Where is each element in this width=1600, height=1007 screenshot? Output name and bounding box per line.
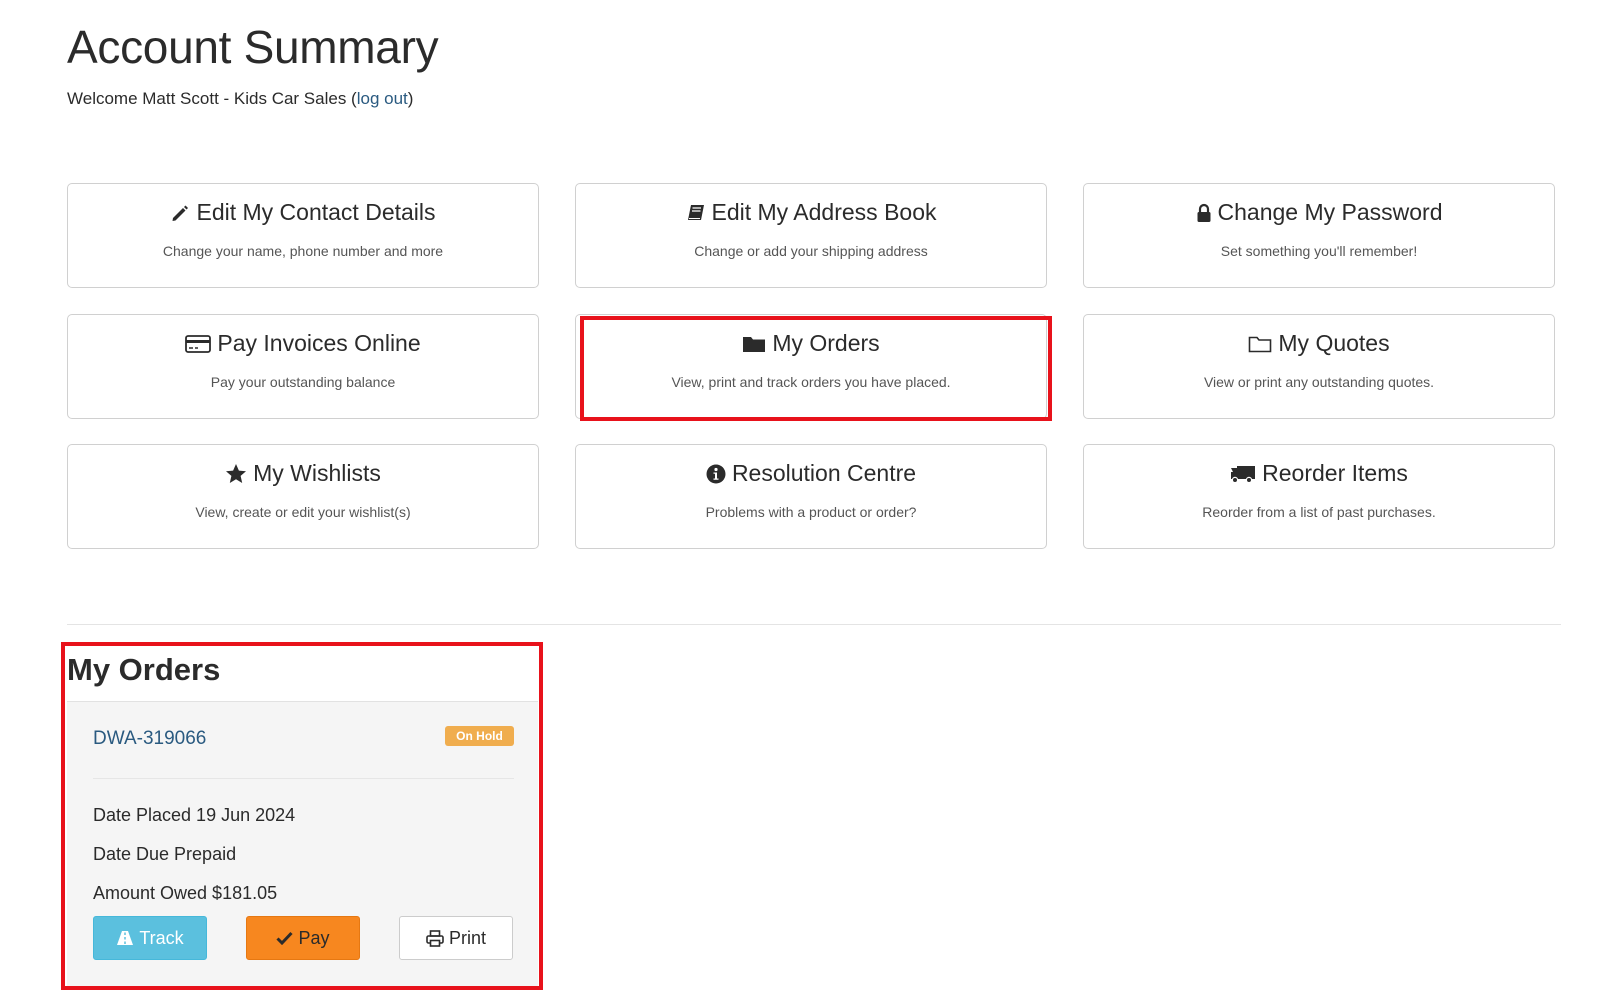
tile-title: Pay Invoices Online — [217, 330, 421, 356]
credit-card-icon — [185, 334, 212, 353]
welcome-suffix: ) — [407, 89, 414, 108]
tile-title: Edit My Address Book — [711, 199, 937, 225]
lock-icon — [1197, 203, 1210, 222]
logout-link[interactable]: log out — [357, 89, 408, 108]
tile-description: Pay your outstanding balance — [210, 374, 396, 390]
tile-title: Resolution Centre — [731, 460, 917, 486]
tile-change-password[interactable]: Change My Password Set something you'll … — [1083, 183, 1555, 288]
tile-description: Change or add your shipping address — [694, 243, 928, 259]
welcome-text: Welcome Matt Scott - Kids Car Sales ( — [67, 89, 357, 108]
tile-my-wishlists[interactable]: My Wishlists View, create or edit your w… — [67, 444, 539, 549]
section-divider — [67, 624, 1561, 625]
tile-description: Reorder from a list of past purchases. — [1202, 504, 1436, 520]
tile-my-orders[interactable]: My Orders View, print and track orders y… — [575, 314, 1047, 419]
tile-title: My Quotes — [1278, 330, 1390, 356]
welcome-message: Welcome Matt Scott - Kids Car Sales (log… — [67, 89, 413, 109]
tile-description: View or print any outstanding quotes. — [1203, 374, 1435, 390]
tile-description: Change your name, phone number and more — [162, 243, 444, 259]
tile-edit-contact-details[interactable]: Edit My Contact Details Change your name… — [67, 183, 539, 288]
highlight-box-my-orders-section — [61, 642, 543, 990]
tile-my-quotes[interactable]: My Quotes View or print any outstanding … — [1083, 314, 1555, 419]
tile-title: Change My Password — [1217, 199, 1443, 225]
star-icon — [226, 463, 247, 483]
tile-edit-address-book[interactable]: Edit My Address Book Change or add your … — [575, 183, 1047, 288]
pencil-icon — [172, 205, 189, 221]
tile-description: View, create or edit your wishlist(s) — [195, 504, 411, 520]
tile-reorder-items[interactable]: Reorder Items Reorder from a list of pas… — [1083, 444, 1555, 549]
tile-description: View, print and track orders you have pl… — [671, 374, 951, 390]
truck-icon — [1231, 465, 1256, 483]
folder-icon — [743, 336, 766, 352]
tile-description: Set something you'll remember! — [1220, 243, 1418, 259]
info-circle-icon — [706, 464, 726, 483]
tile-title: Reorder Items — [1262, 460, 1408, 486]
page-title: Account Summary — [67, 21, 439, 73]
tile-title: Edit My Contact Details — [196, 199, 436, 225]
tile-pay-invoices-online[interactable]: Pay Invoices Online Pay your outstanding… — [67, 314, 539, 419]
tile-description: Problems with a product or order? — [705, 504, 917, 520]
tile-title: My Wishlists — [253, 460, 381, 486]
tile-title: My Orders — [772, 330, 880, 356]
folder-outline-icon — [1249, 336, 1272, 352]
tile-resolution-centre[interactable]: Resolution Centre Problems with a produc… — [575, 444, 1047, 549]
book-icon — [687, 204, 704, 220]
